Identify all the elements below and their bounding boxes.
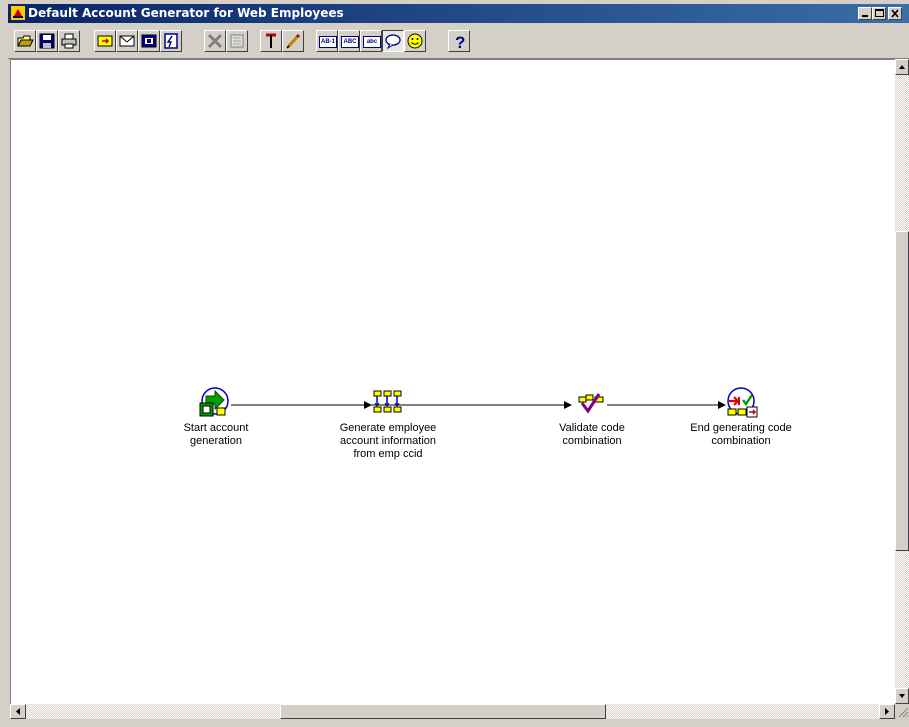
new-function-button[interactable] [138,30,160,52]
delete-icon [207,33,223,49]
scroll-left-button[interactable] [10,704,26,719]
start-node-label: Start account generation [141,422,291,448]
maximize-button[interactable] [872,7,886,20]
toolbar: AB-1 ABC abc ? [8,24,909,59]
window-title-bar[interactable]: Default Account Generator for Web Employ… [8,4,909,23]
delete-button[interactable] [204,30,226,52]
scroll-up-button[interactable] [895,59,909,75]
workflow-app-icon [11,6,25,20]
save-button[interactable] [36,30,58,52]
minimize-button[interactable] [858,7,872,20]
push-pin-button[interactable] [260,30,282,52]
print-icon [61,33,77,49]
new-event-button[interactable] [160,30,182,52]
scroll-right-button[interactable] [879,704,895,719]
help-icon: ? [455,33,465,50]
close-button[interactable] [888,7,902,20]
arrow-left-icon [16,708,20,715]
open-button[interactable] [14,30,36,52]
scroll-down-button[interactable] [895,688,909,704]
end-node-label-line1: End generating code [690,422,792,434]
label-internal-name-button[interactable]: AB-1 [316,30,338,52]
close-icon [891,9,899,18]
end-node-icon[interactable] [723,386,759,420]
window-title: Default Account Generator for Web Employ… [28,6,344,20]
minimize-icon [862,15,868,17]
open-icon [17,35,34,47]
resize-grip[interactable] [895,704,909,719]
resize-grip-icon [898,707,909,718]
print-button[interactable] [58,30,80,52]
generate-node-label-line2: account information [340,435,436,447]
generate-node-label-line1: Generate employee [339,422,437,434]
new-notification-button[interactable] [116,30,138,52]
push-pin-icon [266,33,276,48]
end-node-label: End generating code combination [666,422,816,448]
label-instance-label-icon: abc [363,36,381,48]
properties-icon [230,34,244,48]
end-node-label-line2: combination [711,435,771,447]
start-node-icon[interactable] [199,386,233,420]
new-function-icon [141,34,157,48]
arrow-right-icon [885,708,889,715]
start-node-label-line1: Start account [183,422,249,434]
validate-node-icon[interactable] [573,392,609,414]
comment-icon [385,34,401,50]
start-node-label-line2: generation [190,435,242,447]
label-instance-label-button[interactable]: abc [360,30,382,52]
validate-node-label: Validate code combination [517,422,667,448]
vertical-scroll-thumb[interactable] [895,231,909,551]
smiley-icon [407,33,423,49]
generate-node-icon[interactable] [371,390,405,414]
new-process-icon [97,35,113,47]
pencil-icon [286,33,301,49]
generate-node-label-line3: from emp ccid [353,448,423,460]
maximize-icon [875,9,884,17]
new-process-button[interactable] [94,30,116,52]
process-diagram-canvas[interactable]: Start account generation Generate employ… [10,59,896,705]
arrow-down-icon [899,694,905,698]
validate-node-label-line1: Validate code [559,422,625,434]
new-notification-icon [119,35,135,47]
label-display-name-button[interactable]: ABC [338,30,360,52]
horizontal-scrollbar[interactable] [10,704,895,719]
comment-button[interactable] [382,30,404,52]
arrow-up-icon [899,65,905,69]
transition-arrows [231,401,726,409]
svg-text:?: ? [455,33,465,50]
properties-button[interactable] [226,30,248,52]
help-button[interactable]: ? [448,30,470,52]
horizontal-scroll-thumb[interactable] [280,704,606,719]
validate-node-label-line2: combination [562,435,622,447]
generate-node-label: Generate employee account information fr… [313,422,463,461]
save-icon [39,33,55,49]
label-internal-name-icon: AB-1 [319,36,337,48]
pencil-button[interactable] [282,30,304,52]
new-event-icon [164,33,178,49]
vertical-scrollbar[interactable] [895,59,909,704]
smiley-button[interactable] [404,30,426,52]
label-display-name-icon: ABC [341,36,359,48]
